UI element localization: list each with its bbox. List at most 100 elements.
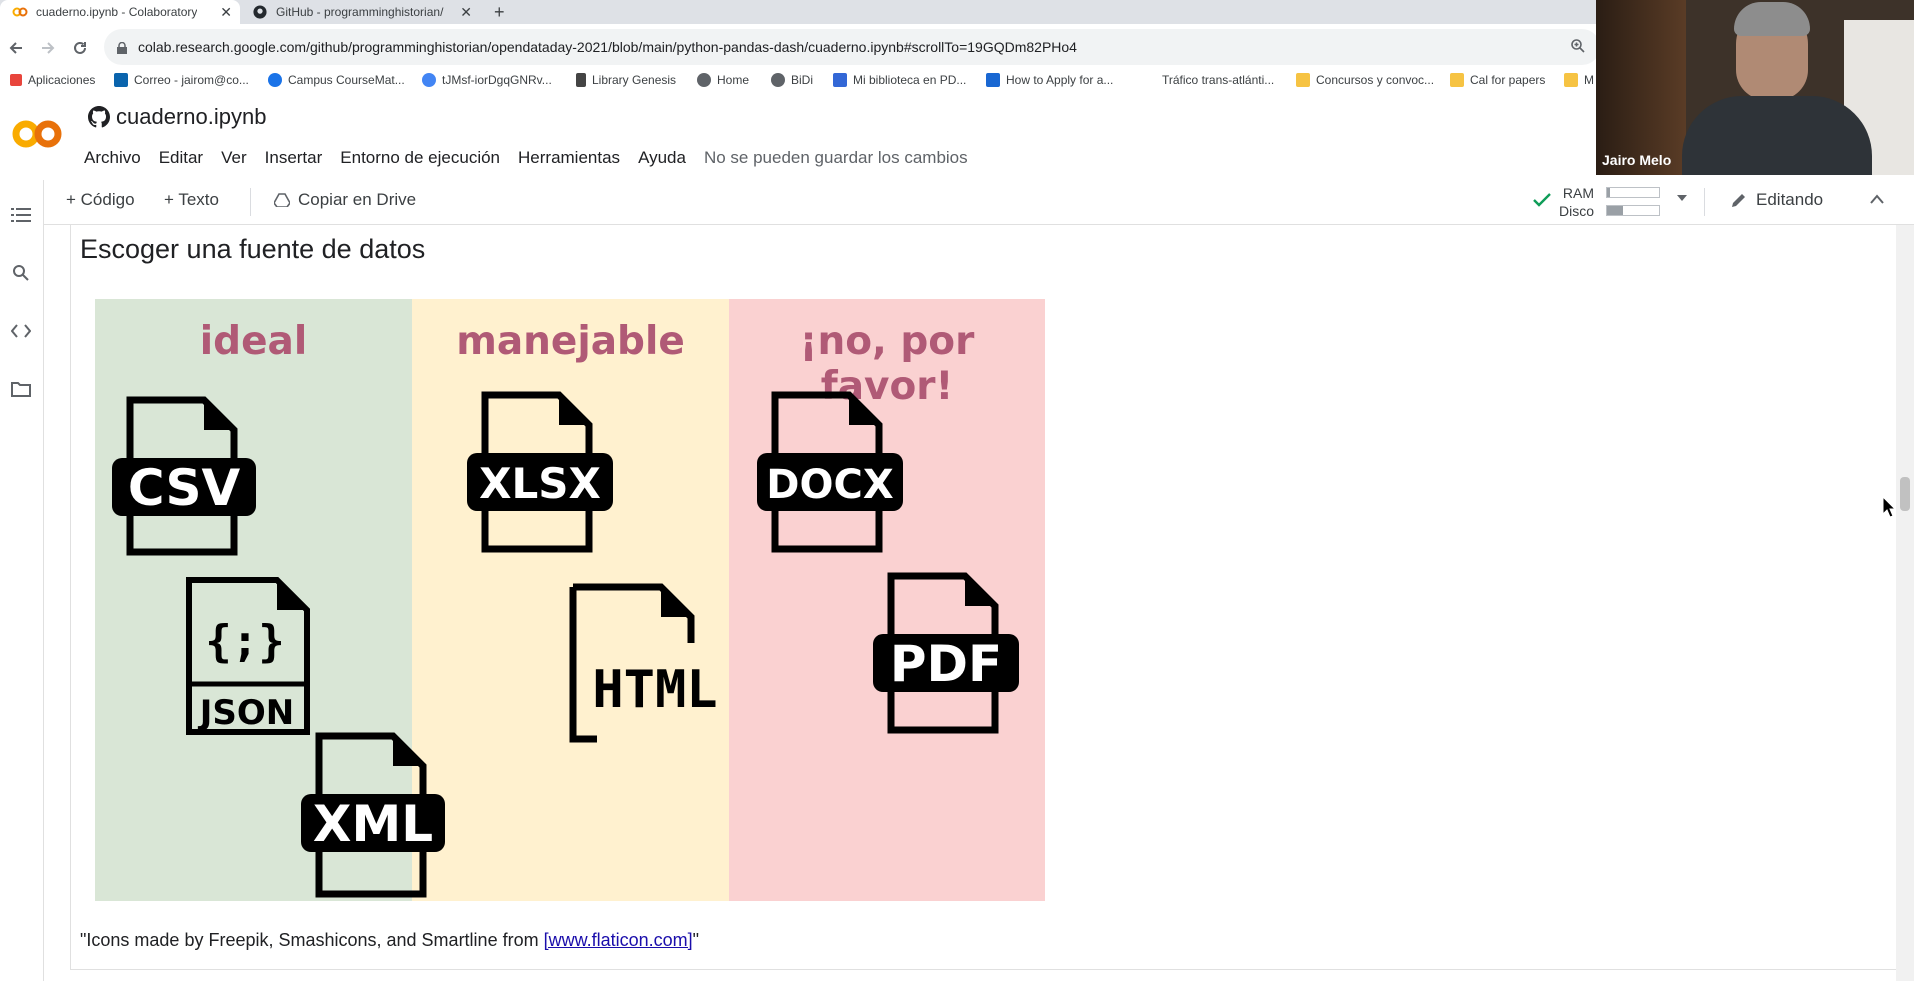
caption-suffix: "	[692, 930, 700, 950]
bookmark-label: Campus CourseMat...	[288, 73, 405, 87]
new-tab-button[interactable]: +	[486, 0, 516, 24]
add-text-button[interactable]: + Texto	[164, 190, 219, 210]
table-of-contents-icon[interactable]	[10, 204, 32, 226]
blank-icon	[1142, 73, 1156, 87]
editing-mode-button[interactable]: Editando	[1730, 190, 1823, 210]
disk-label: Disco	[1558, 203, 1594, 219]
resource-labels: RAM Disco	[1558, 184, 1594, 220]
lock-icon	[116, 41, 128, 54]
bookmark-trafico[interactable]: Tráfico trans-atlánti...	[1142, 70, 1274, 90]
menu-ayuda[interactable]: Ayuda	[638, 148, 686, 168]
file-label: HTML	[592, 660, 717, 720]
disk-meter-fill	[1607, 206, 1623, 215]
reload-icon[interactable]	[66, 34, 94, 62]
chevron-up-icon[interactable]	[1870, 194, 1884, 204]
mouse-cursor-icon	[1882, 495, 1897, 523]
notebook-title-row: cuaderno.ipynb	[88, 104, 266, 130]
toolbar-divider	[250, 188, 251, 216]
flaticon-link[interactable]: [www.flaticon.com]	[544, 930, 693, 950]
close-icon[interactable]: ✕	[220, 4, 232, 20]
bookmark-home[interactable]: Home	[697, 70, 749, 90]
folder-icon[interactable]	[10, 378, 32, 400]
add-code-button[interactable]: + Código	[66, 190, 135, 210]
bookmark-bidi[interactable]: BiDi	[771, 70, 813, 90]
zoom-icon[interactable]	[1570, 38, 1586, 59]
tab-github[interactable]: GitHub - programminghistorian/ ✕	[240, 0, 480, 24]
tab-title: cuaderno.ipynb - Colaboratory	[36, 5, 198, 19]
menu-entorno[interactable]: Entorno de ejecución	[340, 148, 500, 168]
bookmark-label: Concursos y convoc...	[1316, 73, 1435, 87]
ram-meter[interactable]	[1606, 187, 1660, 198]
column-title-manejable: manejable	[456, 319, 685, 364]
bookmark-campus[interactable]: Campus CourseMat...	[268, 70, 405, 90]
save-status[interactable]: No se pueden guardar los cambios	[704, 148, 968, 168]
copy-to-drive-button[interactable]: Copiar en Drive	[274, 190, 416, 210]
search-icon[interactable]	[10, 262, 32, 284]
pencil-icon	[1730, 191, 1748, 209]
bookmark-label: Aplicaciones	[28, 73, 96, 87]
disk-meter[interactable]	[1606, 205, 1660, 216]
github-icon	[88, 106, 110, 128]
chevron-down-icon[interactable]	[1676, 194, 1688, 202]
menu-herramientas[interactable]: Herramientas	[518, 148, 620, 168]
bookmark-video[interactable]: tJMsf-iorDgqGNRv...	[422, 70, 552, 90]
file-label: XLSX	[479, 459, 601, 508]
bookmark-m[interactable]: M	[1564, 70, 1594, 90]
menu-ver[interactable]: Ver	[221, 148, 247, 168]
docx-file-icon: DOCX	[757, 391, 903, 558]
doc-icon	[986, 73, 1000, 87]
outlook-icon	[114, 73, 128, 87]
close-icon[interactable]: ✕	[460, 4, 472, 20]
tab-title: GitHub - programminghistorian/	[276, 5, 444, 19]
bookmark-label: M	[1584, 73, 1594, 87]
scrollbar[interactable]	[1896, 225, 1914, 981]
person-body	[1682, 96, 1872, 175]
bookmark-apps[interactable]: Aplicaciones	[10, 70, 95, 90]
menu-editar[interactable]: Editar	[159, 148, 203, 168]
image-credit: "Icons made by Freepik, Smashicons, and …	[80, 930, 699, 951]
ram-label: RAM	[1562, 185, 1594, 201]
folder-icon	[1296, 73, 1310, 87]
forward-arrow-icon[interactable]	[34, 34, 62, 62]
toolbar-divider	[1704, 188, 1705, 216]
connected-check-icon	[1532, 192, 1552, 208]
bookmark-label: Library Genesis	[592, 73, 677, 87]
tab-colab[interactable]: cuaderno.ipynb - Colaboratory ✕	[0, 0, 240, 24]
menu-insertar[interactable]: Insertar	[265, 148, 323, 168]
scrollbar-thumb[interactable]	[1900, 477, 1910, 511]
bookmark-label: Cal for papers	[1470, 73, 1546, 87]
bookmark-mail[interactable]: Correo - jairom@co...	[114, 70, 249, 90]
bookmark-howto[interactable]: How to Apply for a...	[986, 70, 1113, 90]
menu-bar: Archivo Editar Ver Insertar Entorno de e…	[84, 148, 968, 168]
ram-meter-fill	[1607, 188, 1610, 197]
bookmark-concursos[interactable]: Concursos y convoc...	[1296, 70, 1434, 90]
caption-text: "Icons made by Freepik, Smashicons, and …	[80, 930, 544, 950]
pdf-file-icon: PDF	[873, 572, 1019, 739]
xml-file-icon: XML	[301, 732, 445, 903]
bookmark-label: How to Apply for a...	[1006, 73, 1114, 87]
bookmark-biblioteca[interactable]: Mi biblioteca en PD...	[833, 70, 966, 90]
back-arrow-icon[interactable]	[2, 34, 30, 62]
bookmark-cal[interactable]: Cal for papers	[1450, 70, 1545, 90]
github-icon	[252, 4, 268, 20]
library-icon	[576, 73, 586, 87]
folder-icon	[1450, 73, 1464, 87]
left-sidebar	[0, 180, 44, 981]
url-text: colab.research.google.com/github/program…	[138, 39, 1077, 55]
csv-file-icon: CSV	[112, 396, 256, 561]
xlsx-file-icon: XLSX	[467, 391, 613, 558]
menu-archivo[interactable]: Archivo	[84, 148, 141, 168]
json-file-icon: {;} JSON	[185, 576, 313, 741]
bookmark-label: tJMsf-iorDgqGNRv...	[442, 73, 552, 87]
code-snippets-icon[interactable]	[10, 320, 32, 342]
file-label: DOCX	[766, 462, 894, 508]
copy-to-drive-label: Copiar en Drive	[298, 190, 417, 209]
notebook-title[interactable]: cuaderno.ipynb	[116, 104, 266, 130]
bookmark-libgen[interactable]: Library Genesis	[576, 70, 676, 90]
section-heading: Escoger una fuente de datos	[80, 234, 426, 264]
bookmark-label: Home	[717, 73, 750, 87]
column-title-ideal: ideal	[199, 319, 308, 364]
address-bar[interactable]: colab.research.google.com/github/program…	[104, 29, 1600, 65]
video-icon	[422, 73, 436, 87]
colab-logo[interactable]	[12, 120, 64, 153]
